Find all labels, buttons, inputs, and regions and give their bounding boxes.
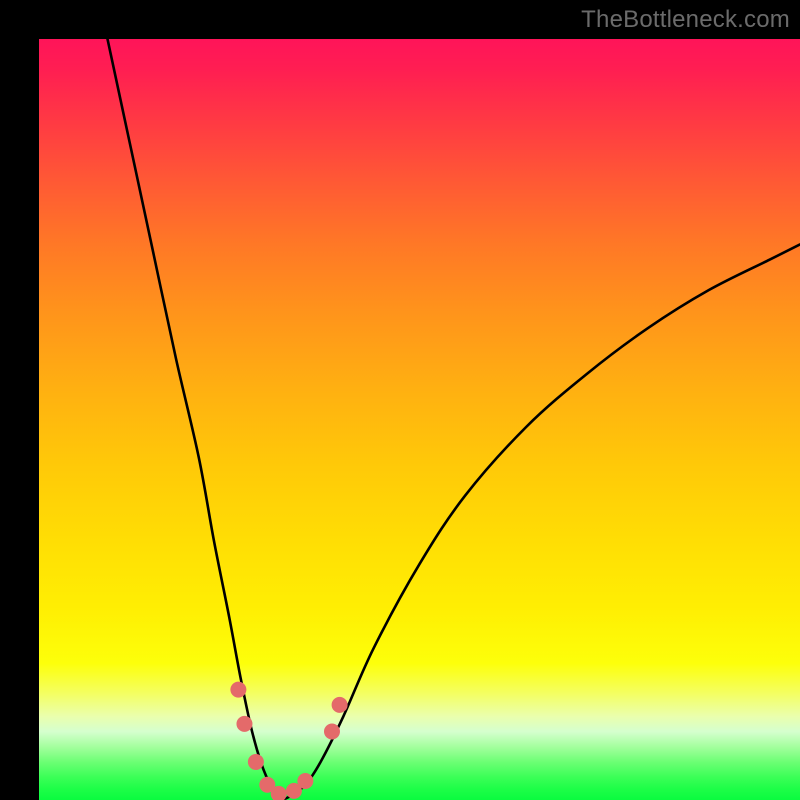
curve-marker: [332, 697, 348, 713]
curve-path: [107, 39, 800, 799]
curve-marker: [236, 716, 252, 732]
curve-marker: [324, 724, 340, 740]
curve-marker: [230, 682, 246, 698]
plot-area: [39, 39, 800, 800]
chart-container: TheBottleneck.com: [0, 0, 800, 800]
curve-marker: [248, 754, 264, 770]
curve-marker: [297, 773, 313, 789]
bottleneck-curve: [39, 39, 800, 800]
watermark-text: TheBottleneck.com: [581, 6, 790, 34]
